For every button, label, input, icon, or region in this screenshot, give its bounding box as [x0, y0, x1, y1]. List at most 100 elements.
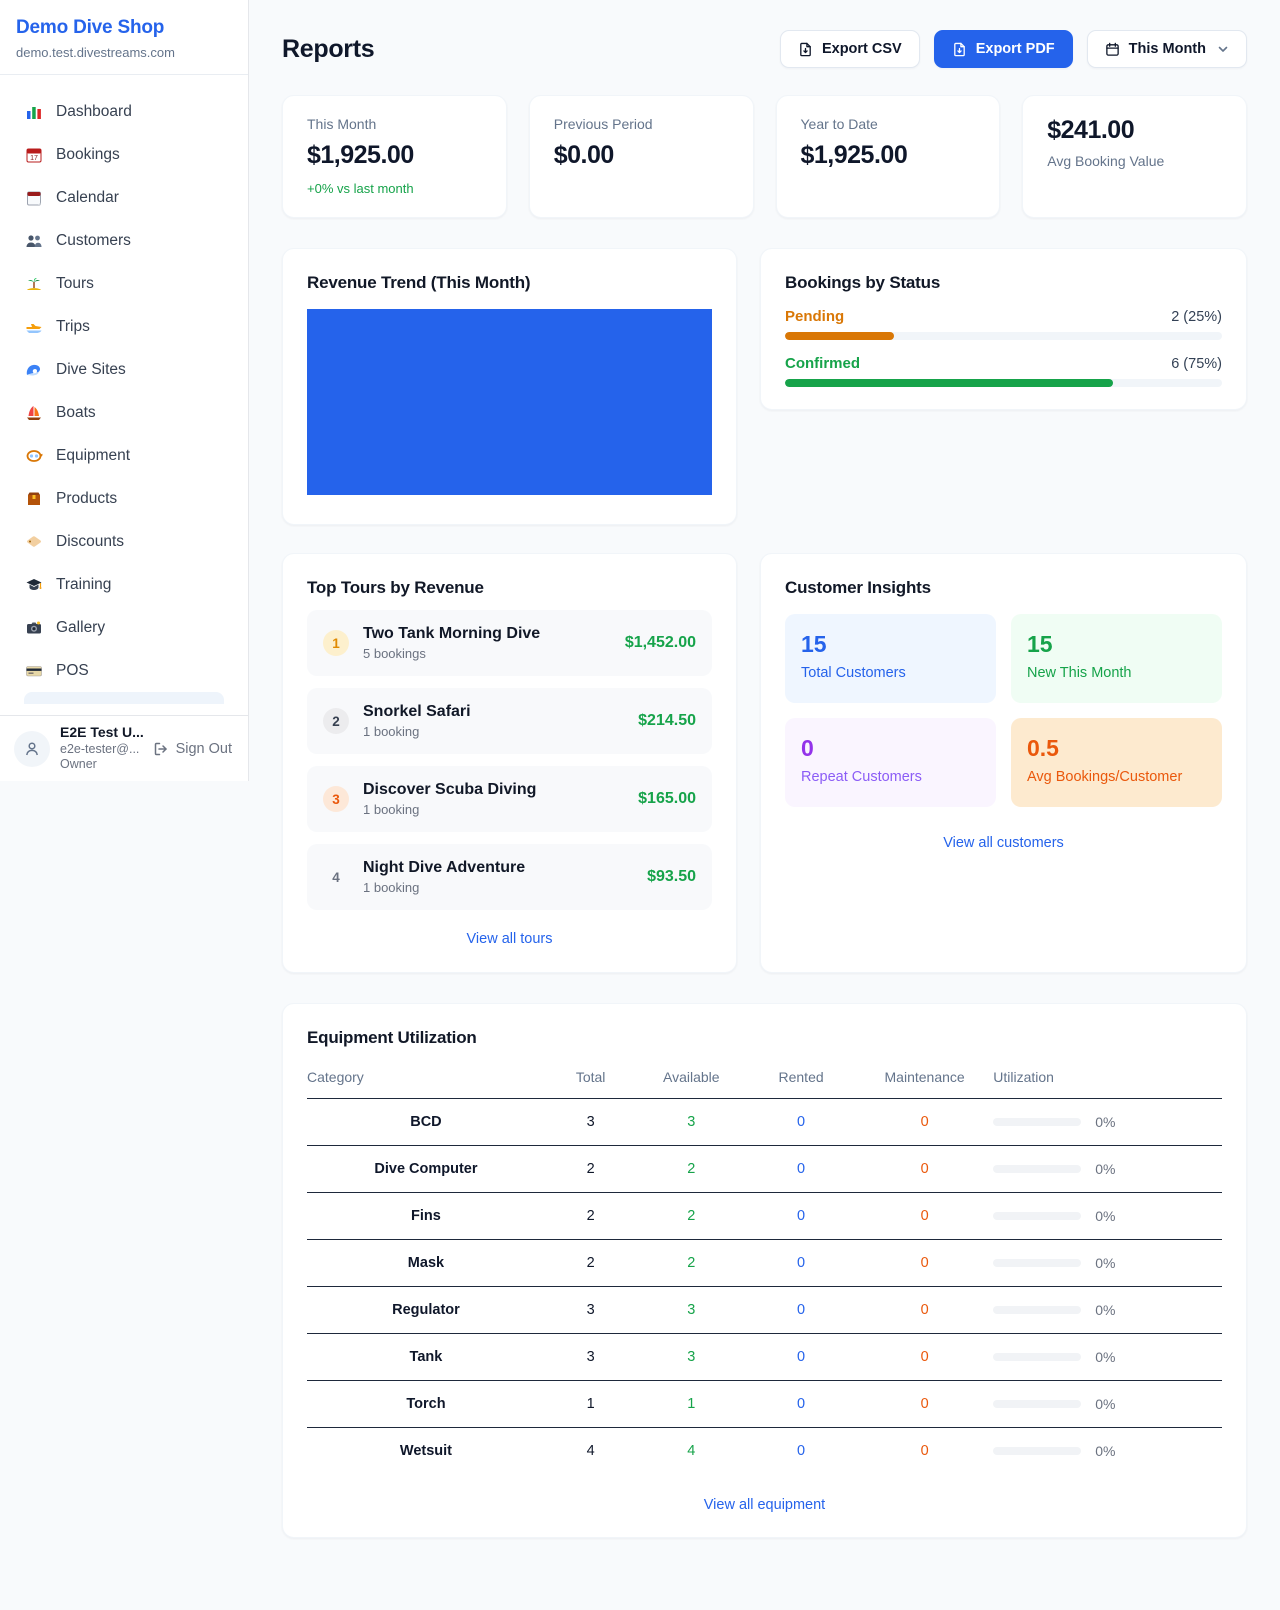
list-item: 1 Two Tank Morning Dive 5 bookings $1,45…	[307, 610, 712, 676]
cell-maintenance: 0	[856, 1381, 993, 1428]
cell-total: 3	[545, 1287, 637, 1334]
svg-text:17: 17	[30, 155, 38, 162]
cell-total: 2	[545, 1193, 637, 1240]
graduation-cap-icon	[24, 575, 43, 594]
cell-available: 3	[636, 1099, 746, 1146]
shop-domain: demo.test.divestreams.com	[16, 45, 224, 60]
sidebar-item-bookings[interactable]: 17 Bookings	[14, 133, 234, 176]
utilization-percent: 0%	[1095, 1349, 1115, 1365]
package-icon	[24, 489, 43, 508]
view-all-equipment-link[interactable]: View all equipment	[307, 1497, 1222, 1513]
cell-rented: 0	[746, 1381, 856, 1428]
user-email: e2e-tester@...	[60, 742, 143, 758]
sidebar-item-dashboard[interactable]: Dashboard	[14, 90, 234, 133]
cell-maintenance: 0	[856, 1193, 993, 1240]
tour-bookings: 1 booking	[363, 724, 624, 739]
sidebar-user-footer: E2E Test U... e2e-tester@... Owner Sign …	[0, 715, 248, 781]
person-icon	[23, 740, 41, 758]
sidebar-item-boats[interactable]: Boats	[14, 391, 234, 434]
people-icon	[24, 231, 43, 250]
utilization-bar	[993, 1447, 1081, 1455]
tour-name: Night Dive Adventure	[363, 859, 633, 877]
sidebar-item-training[interactable]: Training	[14, 563, 234, 606]
status-bar-track	[785, 379, 1222, 387]
insight-tile-total-customers: 15 Total Customers	[785, 614, 996, 703]
view-all-tours-link[interactable]: View all tours	[307, 931, 712, 947]
sidebar-item-dive-sites[interactable]: Dive Sites	[14, 348, 234, 391]
table-row: Regulator 3 3 0 0 0%	[307, 1287, 1222, 1334]
tour-name: Snorkel Safari	[363, 703, 624, 721]
tour-revenue: $93.50	[647, 868, 696, 886]
period-selector[interactable]: This Month	[1087, 30, 1247, 68]
cell-utilization: 0%	[993, 1146, 1222, 1193]
page-title: Reports	[282, 35, 374, 64]
cell-category: BCD	[307, 1099, 545, 1146]
export-doc-icon	[798, 42, 813, 57]
sidebar-item-tours[interactable]: Tours	[14, 262, 234, 305]
table-row: Fins 2 2 0 0 0%	[307, 1193, 1222, 1240]
cell-utilization: 0%	[993, 1381, 1222, 1428]
column-header: Total	[545, 1061, 637, 1099]
cell-category: Regulator	[307, 1287, 545, 1334]
rank-badge: 4	[323, 864, 349, 890]
utilization-percent: 0%	[1095, 1208, 1115, 1224]
insight-grid: 15 Total Customers 15 New This Month 0 R…	[785, 614, 1222, 807]
cell-maintenance: 0	[856, 1240, 993, 1287]
user-name: E2E Test U...	[60, 724, 143, 742]
cell-total: 2	[545, 1146, 637, 1193]
column-header: Available	[636, 1061, 746, 1099]
page-header: Reports Export CSV Export PDF This Month	[282, 30, 1247, 68]
tour-bookings: 5 bookings	[363, 646, 611, 661]
sidebar-item-trips[interactable]: Trips	[14, 305, 234, 348]
sidebar-item-label: POS	[56, 662, 89, 680]
sidebar-item-products[interactable]: Products	[14, 477, 234, 520]
sidebar-item-calendar[interactable]: Calendar	[14, 176, 234, 219]
export-doc-icon	[952, 42, 967, 57]
utilization-bar	[993, 1400, 1081, 1408]
stat-card-year-to-date: Year to Date $1,925.00	[776, 95, 1001, 218]
cell-utilization: 0%	[993, 1240, 1222, 1287]
equipment-utilization-card: Equipment Utilization Category Total Ava…	[282, 1003, 1247, 1538]
user-meta: E2E Test U... e2e-tester@... Owner	[60, 724, 143, 773]
utilization-bar	[993, 1259, 1081, 1267]
cell-available: 2	[636, 1240, 746, 1287]
cell-total: 4	[545, 1428, 637, 1475]
equipment-table: Category Total Available Rented Maintena…	[307, 1061, 1222, 1475]
export-csv-button[interactable]: Export CSV	[780, 30, 920, 68]
view-all-customers-link[interactable]: View all customers	[785, 835, 1222, 851]
insight-tile-repeat-customers: 0 Repeat Customers	[785, 718, 996, 807]
cell-rented: 0	[746, 1099, 856, 1146]
stat-label: Year to Date	[801, 116, 976, 132]
cell-maintenance: 0	[856, 1334, 993, 1381]
sidebar-item-label: Dashboard	[56, 103, 132, 121]
stat-delta: +0% vs last month	[307, 181, 482, 196]
sidebar-item-customers[interactable]: Customers	[14, 219, 234, 262]
utilization-percent: 0%	[1095, 1114, 1115, 1130]
sidebar-item-discounts[interactable]: Discounts	[14, 520, 234, 563]
column-header: Maintenance	[856, 1061, 993, 1099]
cell-total: 3	[545, 1334, 637, 1381]
sign-out-button[interactable]: Sign Out	[153, 741, 232, 757]
avatar	[14, 731, 50, 767]
sidebar-item-reports-active-partial[interactable]	[24, 692, 224, 704]
sidebar-item-label: Dive Sites	[56, 361, 126, 379]
sidebar-item-equipment[interactable]: Equipment	[14, 434, 234, 477]
cell-rented: 0	[746, 1428, 856, 1475]
cell-maintenance: 0	[856, 1099, 993, 1146]
stat-label: This Month	[307, 116, 482, 132]
equipment-utilization-title: Equipment Utilization	[307, 1028, 1222, 1048]
calendar-date-icon: 17	[24, 145, 43, 164]
cell-available: 2	[636, 1146, 746, 1193]
stat-card-avg-booking-value: $241.00 Avg Booking Value	[1022, 95, 1247, 218]
export-pdf-button[interactable]: Export PDF	[934, 30, 1073, 68]
cell-utilization: 0%	[993, 1334, 1222, 1381]
sidebar-item-label: Customers	[56, 232, 131, 250]
utilization-percent: 0%	[1095, 1396, 1115, 1412]
status-value: 6 (75%)	[1171, 356, 1222, 372]
insight-tile-avg-bookings: 0.5 Avg Bookings/Customer	[1011, 718, 1222, 807]
calendar-icon	[24, 188, 43, 207]
sidebar-item-pos[interactable]: POS	[14, 649, 234, 692]
sidebar-item-gallery[interactable]: Gallery	[14, 606, 234, 649]
island-icon	[24, 274, 43, 293]
sidebar-item-label: Gallery	[56, 619, 105, 637]
